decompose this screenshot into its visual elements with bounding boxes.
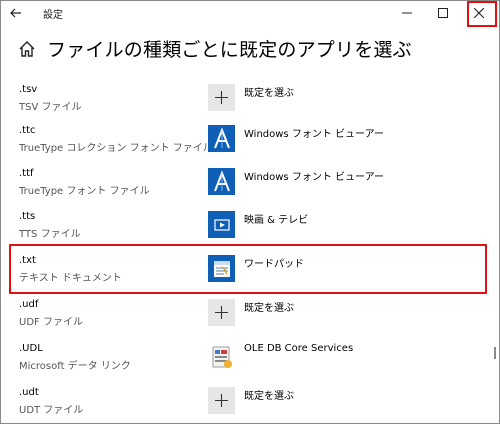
default-app-button[interactable] <box>208 211 235 238</box>
movies-tv-icon <box>213 218 230 231</box>
window-title: 設定 <box>43 10 63 21</box>
default-app-button[interactable] <box>208 168 235 195</box>
file-extension: .tts <box>19 211 36 222</box>
choose-default-button[interactable] <box>208 299 235 326</box>
default-app-button[interactable] <box>208 343 235 370</box>
file-extension: .udt <box>19 387 39 398</box>
plus-icon <box>215 306 228 319</box>
minimize-icon <box>402 12 412 14</box>
file-type-description: TSV ファイル <box>19 102 82 113</box>
title-bar: 設定 <box>1 1 499 27</box>
plus-icon <box>215 394 228 407</box>
minimize-button[interactable] <box>389 1 425 25</box>
default-app-label[interactable]: 既定を選ぶ <box>244 387 294 402</box>
choose-default-button[interactable] <box>208 387 235 414</box>
choose-default-button[interactable] <box>208 84 235 111</box>
file-type-row-udl: .UDL Microsoft データ リンク OLE DB Core Servi… <box>1 343 499 387</box>
file-type-description: Microsoft データ リンク <box>19 361 131 372</box>
ole-db-icon <box>212 346 232 368</box>
file-type-row-ttf: .ttf TrueType フォント ファイル Windows フォント ビュー… <box>1 168 499 212</box>
maximize-button[interactable] <box>425 1 461 25</box>
file-type-row-ttc: .ttc TrueType コレクション フォント ファイル Windows フ… <box>1 125 499 169</box>
default-app-button[interactable] <box>208 125 235 152</box>
file-extension: .ttc <box>19 125 36 136</box>
font-viewer-icon <box>213 170 230 191</box>
highlighted-row-frame <box>9 244 487 294</box>
default-app-label[interactable]: OLE DB Core Services <box>244 343 353 354</box>
default-app-label[interactable]: Windows フォント ビューアー <box>244 125 384 140</box>
font-viewer-icon <box>213 127 230 148</box>
file-type-row-udf: .udf UDF ファイル 既定を選ぶ <box>1 299 499 343</box>
page-title: ファイルの種類ごとに既定のアプリを選ぶ <box>47 39 412 61</box>
default-app-label[interactable]: Windows フォント ビューアー <box>244 168 384 183</box>
file-extension: .ttf <box>19 168 34 179</box>
file-type-description: TrueType フォント ファイル <box>19 186 150 197</box>
home-icon[interactable] <box>17 39 37 59</box>
default-app-label[interactable]: 映画 & テレビ <box>244 211 308 226</box>
file-type-row-udt: .udt UDT ファイル 既定を選ぶ <box>1 387 499 423</box>
file-type-row-tsv: .tsv TSV ファイル 既定を選ぶ <box>1 84 499 128</box>
file-extension: .UDL <box>19 343 43 354</box>
file-type-description: UDT ファイル <box>19 405 84 416</box>
maximize-icon <box>438 8 448 18</box>
back-arrow-icon <box>10 8 21 18</box>
back-button[interactable] <box>1 1 31 25</box>
close-button-highlight <box>467 1 497 27</box>
default-app-label[interactable]: 既定を選ぶ <box>244 299 294 314</box>
file-extension: .udf <box>19 299 39 310</box>
file-type-description: TrueType コレクション フォント ファイル <box>19 143 213 154</box>
file-type-description: UDF ファイル <box>19 317 83 328</box>
page-header: ファイルの種類ごとに既定のアプリを選ぶ <box>17 35 412 62</box>
default-app-label[interactable]: 既定を選ぶ <box>244 84 294 99</box>
settings-window: 設定 ファイルの種類ごとに既定のアプリを選ぶ .tsv TSV ファイル 既定を… <box>0 0 500 424</box>
scrollbar-thumb[interactable] <box>494 347 496 359</box>
plus-icon <box>215 91 228 104</box>
file-type-description: TTS ファイル <box>19 229 81 240</box>
file-extension: .tsv <box>19 84 38 95</box>
